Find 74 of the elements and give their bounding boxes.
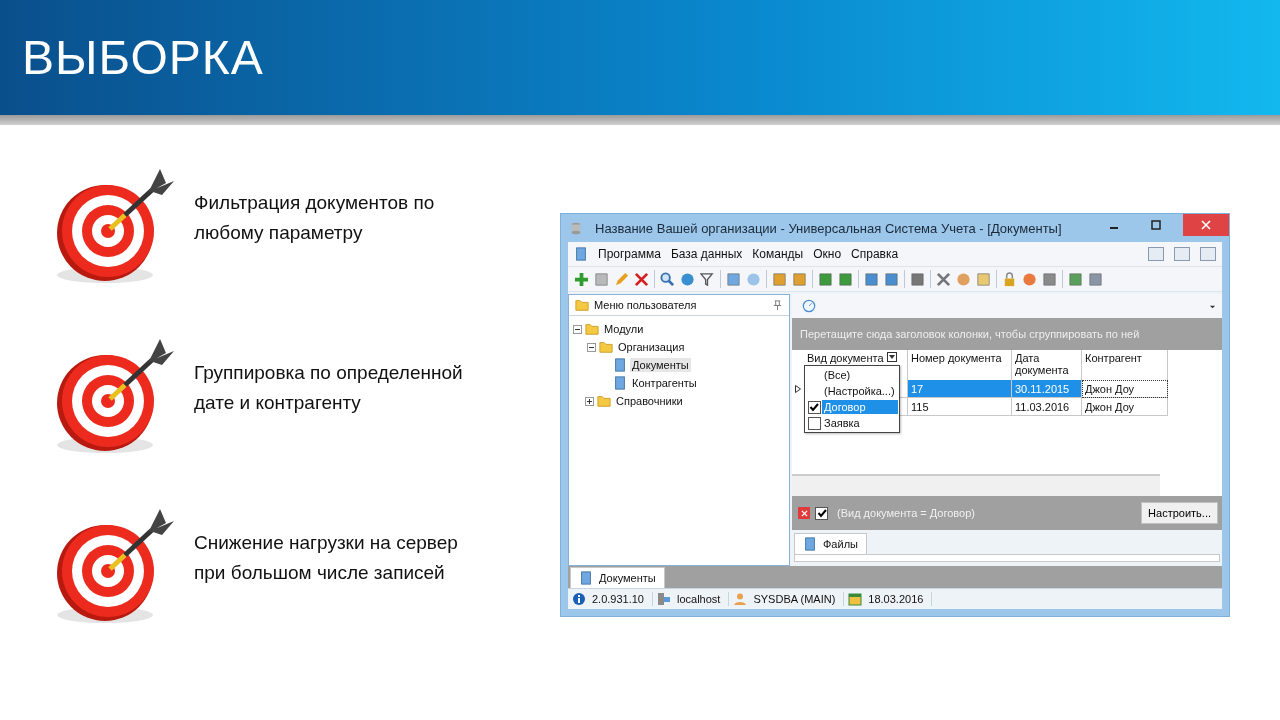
plus-icon[interactable] bbox=[574, 271, 589, 287]
table-cell: 11.03.2016 bbox=[1012, 398, 1082, 416]
checkmark-icon bbox=[809, 402, 819, 412]
menu-item[interactable]: Справка bbox=[851, 245, 899, 263]
clear-filter-button[interactable] bbox=[798, 507, 810, 519]
customize-button[interactable]: Настроить... bbox=[1141, 502, 1218, 524]
tree-item[interactable]: Организация bbox=[616, 340, 687, 354]
panel-title: Меню пользователя bbox=[594, 299, 697, 311]
slide-title: ВЫБОРКА bbox=[22, 30, 264, 85]
status-text: 2.0.931.10 bbox=[592, 593, 644, 605]
table-cell[interactable]: 115 bbox=[908, 398, 1012, 416]
close-button[interactable] bbox=[1200, 247, 1216, 261]
maximize-icon bbox=[1151, 220, 1161, 230]
book-icon bbox=[574, 247, 588, 261]
collapse-icon[interactable] bbox=[587, 342, 596, 352]
menu-item[interactable]: Команды bbox=[752, 245, 804, 263]
calendar-icon bbox=[848, 592, 863, 606]
pencil-icon[interactable] bbox=[614, 271, 629, 287]
column-header[interactable]: Контрагент bbox=[1082, 350, 1168, 380]
book-icon bbox=[613, 376, 627, 390]
expand-icon[interactable] bbox=[585, 396, 594, 406]
point-text: Снижение нагрузки на сервер при большом числе записей bbox=[194, 531, 458, 585]
restore-button[interactable] bbox=[1174, 247, 1190, 261]
table-cell: Джон Доу bbox=[1082, 380, 1168, 398]
menu-item[interactable]: База данных bbox=[670, 245, 743, 263]
folder-icon bbox=[575, 298, 589, 312]
table-cell: Джон Доу bbox=[1082, 398, 1168, 416]
group-hint: Перетащите сюда заголовок колонки, чтобы сгруппировать по ней bbox=[800, 328, 1140, 340]
tree-item[interactable]: Документы bbox=[630, 358, 691, 372]
status-text: 18.03.2016 bbox=[868, 593, 924, 605]
menu-item[interactable]: Программа bbox=[598, 245, 661, 263]
book-icon bbox=[613, 358, 627, 372]
tree-item[interactable]: Справочники bbox=[614, 394, 685, 408]
tab[interactable]: Документы bbox=[570, 567, 665, 588]
filter-dropdown-icon[interactable] bbox=[886, 352, 897, 362]
folder-icon bbox=[585, 322, 599, 336]
checkbox[interactable] bbox=[807, 400, 821, 414]
tab[interactable]: Файлы bbox=[794, 533, 867, 554]
dropdown-option[interactable]: Заявка bbox=[822, 416, 898, 430]
close-icon bbox=[800, 509, 808, 517]
folder-icon bbox=[597, 394, 611, 408]
point-text: Группировка по определенной дате и контрагенту bbox=[194, 361, 463, 415]
tree-item[interactable]: Модули bbox=[602, 322, 646, 336]
point-text: Фильтрация документов по любому параметру bbox=[194, 191, 435, 245]
book-icon bbox=[803, 537, 817, 551]
user-icon bbox=[733, 592, 748, 606]
checkbox[interactable] bbox=[815, 506, 828, 520]
table-cell: 30.11.2015 bbox=[1012, 380, 1082, 398]
collapse-icon[interactable] bbox=[573, 324, 582, 334]
row-pointer-icon bbox=[795, 385, 801, 393]
book-icon bbox=[579, 571, 593, 585]
menu-item[interactable]: Окно bbox=[813, 245, 842, 263]
close-icon bbox=[1201, 220, 1211, 230]
window-title: Название Вашей организации - Универсальная Система Учета - [Документы] bbox=[595, 220, 1063, 236]
status-text: localhost bbox=[677, 593, 721, 605]
filter-icon[interactable] bbox=[700, 271, 715, 287]
lock-icon[interactable] bbox=[1002, 271, 1017, 287]
minimize-icon bbox=[1110, 227, 1118, 229]
search-icon[interactable] bbox=[660, 271, 675, 287]
dropdown-option[interactable]: (Все) bbox=[822, 368, 898, 382]
info-icon bbox=[572, 592, 586, 606]
delete-icon[interactable] bbox=[634, 271, 649, 287]
pin-icon[interactable] bbox=[772, 299, 783, 311]
clock-icon[interactable] bbox=[802, 299, 816, 313]
database-icon bbox=[569, 221, 583, 235]
tree-item[interactable]: Контрагенты bbox=[630, 376, 699, 390]
checkbox[interactable] bbox=[807, 416, 821, 430]
filter-expression: (Вид документа = Договор) bbox=[837, 507, 975, 519]
status-text: SYSDBA (MAIN) bbox=[753, 593, 836, 605]
dropdown-option[interactable]: (Настройка...) bbox=[822, 384, 898, 398]
server-icon bbox=[657, 592, 671, 606]
checkmark-icon bbox=[816, 508, 827, 518]
folder-icon bbox=[599, 340, 613, 354]
close-button[interactable] bbox=[1183, 214, 1229, 236]
